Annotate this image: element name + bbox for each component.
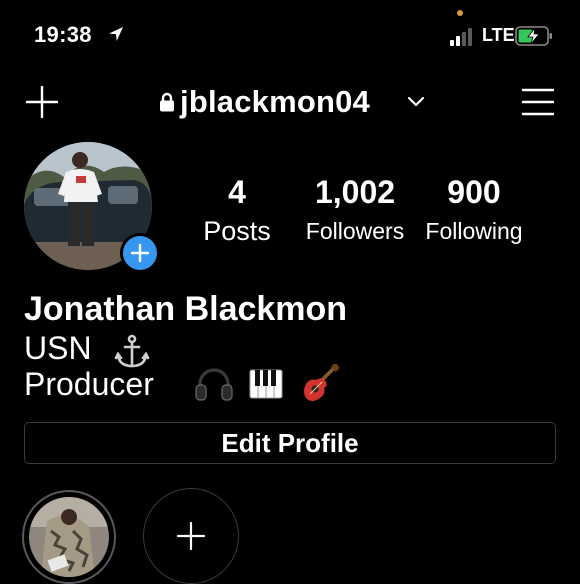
chevron-down-icon[interactable] [407,96,425,108]
location-arrow-icon [109,27,123,41]
edit-profile-button[interactable]: Edit Profile [24,422,556,464]
add-story-button[interactable] [120,233,160,273]
followers-label: Followers [305,218,405,244]
bio-line-usn: USN [24,330,92,366]
plus-icon [176,521,206,551]
followers-count: 1,002 [314,174,396,210]
stat-followers[interactable]: 1,002 Followers [298,176,412,245]
following-label: Following [425,218,523,244]
headphones-emoji [195,368,233,401]
posts-count: 4 [228,174,246,210]
signal-icon [450,28,472,46]
story-highlight-image [29,497,109,577]
recording-indicator [457,10,463,16]
posts-label: Posts [203,216,271,246]
lock-icon [160,92,174,112]
stat-following[interactable]: 900 Following [418,176,530,245]
profile-name: Jonathan Blackmon [24,290,348,328]
stat-posts[interactable]: 4 Posts [190,176,284,247]
username-title[interactable]: jblackmon04 [180,84,370,120]
battery-charging-icon [515,26,552,46]
story-highlight[interactable] [22,490,116,584]
new-highlight-button[interactable] [143,488,239,584]
network-type: LTE [482,25,515,45]
piano-emoji [249,369,283,399]
new-post-button[interactable] [26,86,58,118]
plus-icon [130,243,150,263]
anchor-emoji [114,334,150,368]
status-time: 19:38 [34,22,92,47]
following-count: 900 [447,174,501,210]
guitar-emoji [304,364,340,401]
bio-line-producer: Producer [24,366,154,402]
menu-icon[interactable] [522,88,554,116]
